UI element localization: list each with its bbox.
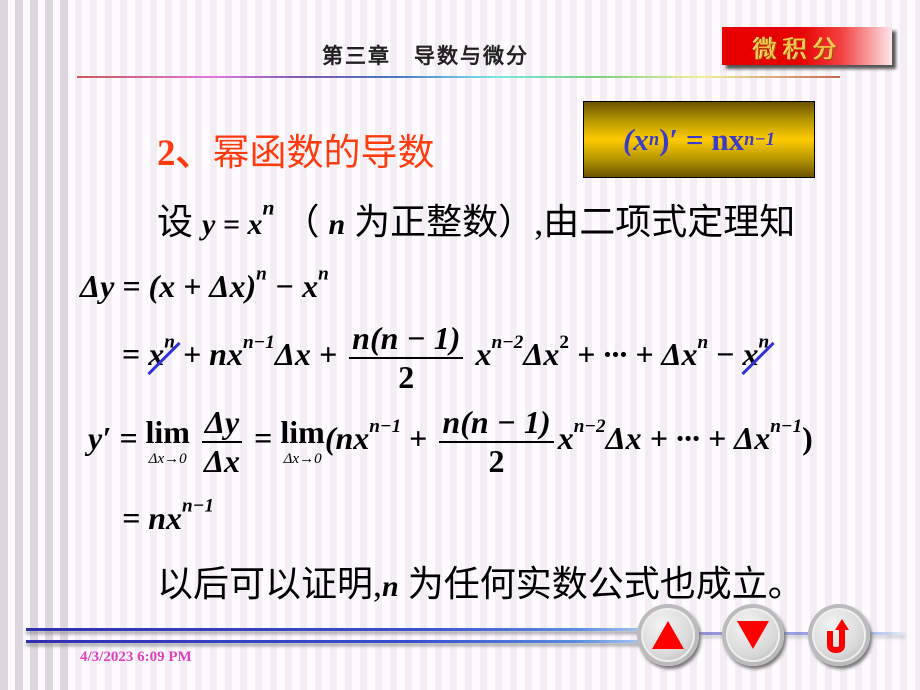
intro-eq: = x	[215, 208, 263, 241]
intro-var-n: n	[328, 208, 346, 241]
derivation-line-4: = nxn−1	[122, 497, 214, 537]
binomial-fraction: n(n − 1) 2	[349, 320, 464, 396]
footer-date: 4/3/2023 6:09 PM	[80, 649, 192, 665]
difference-quotient: Δy Δx	[201, 404, 243, 480]
line1-exp2: n	[318, 263, 329, 285]
limit-operator: lim Δx→0	[145, 416, 189, 467]
cancelled-x: x	[148, 336, 165, 373]
intro-exp: n	[262, 195, 275, 220]
intro-lead: 设	[157, 202, 203, 242]
line3-term3: x	[557, 420, 574, 457]
lim-subscript-2: Δx→0	[283, 451, 322, 468]
fraction-denominator: 2	[398, 358, 415, 395]
lim-subscript: Δx→0	[148, 451, 187, 468]
next-slide-button[interactable]	[722, 604, 784, 666]
line3-term3b: Δx + ··· + Δx	[605, 420, 771, 457]
line3-plus: +	[401, 420, 436, 457]
quotient-numerator: Δy	[201, 404, 243, 443]
chapter-title: 第三章 导数与微分	[322, 45, 529, 68]
derivation-line-1: Δy = (x + Δx)n − xn	[80, 265, 329, 305]
intro-sentence: 设 y = xn （ n 为正整数）,由二项式定理知	[157, 193, 795, 245]
line3-term3-exp: n−2	[573, 415, 606, 437]
return-button[interactable]	[808, 604, 870, 666]
left-stripe-decoration	[0, 0, 70, 690]
line3-lhs: y′ =	[88, 420, 146, 457]
return-arrow-icon	[827, 619, 849, 653]
closing-tail: 为任何实数公式也成立。	[398, 564, 804, 604]
intro-var-y: y	[202, 208, 216, 241]
section-title: 幂函数的导数	[212, 133, 435, 174]
previous-slide-button[interactable]	[637, 604, 699, 666]
logo-text: 微积分	[753, 34, 843, 63]
cancelled-exp: n	[164, 331, 175, 353]
line2-term4: + ··· + Δx	[569, 336, 698, 373]
section-number: 2、	[157, 133, 213, 174]
intro-middle: 为正整数）	[345, 202, 535, 242]
line3-paren-exp: n−1	[369, 415, 402, 437]
line2-minus: −	[708, 336, 743, 373]
derivation-line-3: y′ = lim Δx→0 Δy Δx = lim Δx→0 (nxn−1 + n(n …	[88, 404, 813, 480]
intro-paren: （	[283, 202, 329, 242]
line1-lhs: Δy = (x + Δx)	[80, 268, 257, 304]
line1-rest: − x	[266, 268, 319, 304]
line2-term3-exp: n−2	[491, 331, 524, 353]
cancelled-exp-2: n	[758, 331, 770, 353]
closing-var-n: n	[382, 570, 399, 603]
derivation-line-2: = xn + nxn−1Δx + n(n − 1) 2 xn−2Δx2 + ···…	[122, 320, 769, 396]
closing-sentence: 以后可以证明,n 为任何实数公式也成立。	[157, 555, 804, 607]
line2-term3b: Δx	[523, 336, 560, 373]
header-divider	[77, 76, 840, 78]
cancelled-term-2: xn	[742, 333, 769, 373]
binomial-fraction-2: n(n − 1) 2	[439, 404, 554, 480]
line2-term3b-exp: 2	[559, 331, 569, 353]
line4-exp: n−1	[182, 495, 214, 517]
line2-term2-exp: n−1	[242, 331, 275, 353]
fraction2-denominator: 2	[488, 442, 505, 479]
closing-lead: 以后可以证明,	[157, 564, 383, 604]
footer-rule-top	[26, 628, 676, 631]
line3-close: )	[802, 420, 813, 457]
line4-rhs: = nx	[122, 500, 183, 536]
line2-term3: x	[475, 336, 492, 373]
quotient-denominator: Δx	[203, 442, 241, 479]
footer-rule-bottom	[26, 640, 676, 643]
line3-term3b-exp: n−1	[770, 415, 803, 437]
lim-label-2: lim	[280, 414, 325, 451]
line2-term4-exp: n	[697, 331, 709, 353]
line2-term2b: Δx +	[274, 336, 346, 373]
section-heading: 2、幂函数的导数	[157, 122, 435, 176]
limit-operator-2: lim Δx→0	[280, 416, 324, 467]
formula-rest: )′ = nx	[659, 121, 745, 157]
line3-paren: (nx	[324, 420, 370, 457]
line1-exp: n	[256, 263, 267, 285]
power-rule-formula-box: (x n)′ = nx n−1	[583, 101, 815, 178]
intro-tail: ,由二项式定理知	[534, 202, 796, 242]
fraction2-numerator: n(n − 1)	[439, 404, 554, 443]
line2-eq: =	[122, 336, 149, 373]
cancelled-term: xn	[148, 333, 175, 373]
lim-label: lim	[145, 414, 190, 451]
up-triangle-icon	[652, 621, 684, 649]
cancelled-x-2: x	[742, 336, 759, 373]
down-triangle-icon	[737, 621, 769, 649]
formula-base: (x	[622, 121, 649, 157]
line3-eq2: =	[246, 420, 281, 457]
course-logo: 微积分	[722, 27, 892, 65]
fraction-numerator: n(n − 1)	[349, 320, 464, 359]
line2-term2: + nx	[174, 336, 243, 373]
